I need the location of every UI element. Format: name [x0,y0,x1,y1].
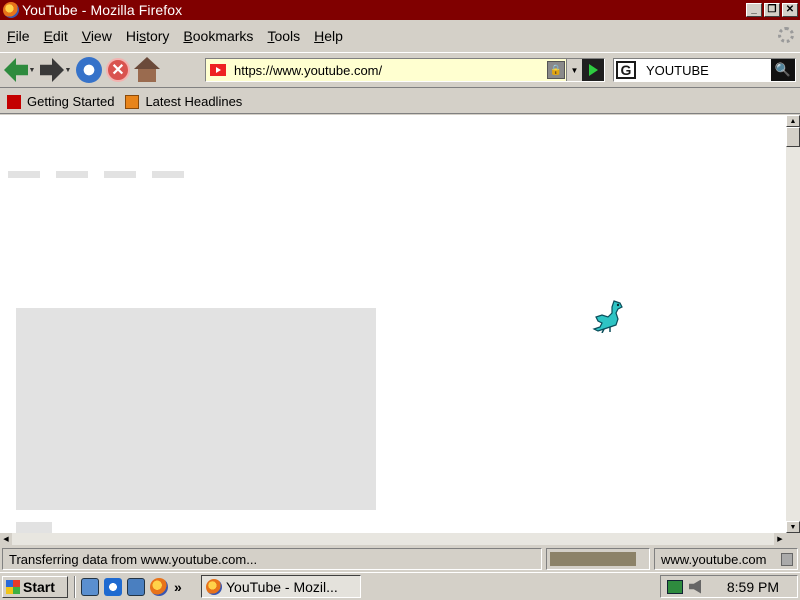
reload-icon [76,57,102,83]
search-icon[interactable]: 🔍 [771,59,795,81]
status-domain[interactable]: www.youtube.com [654,548,798,570]
start-button[interactable]: Start [2,575,68,598]
quicklaunch-separator [74,575,76,598]
bookmark-label: Latest Headlines [145,94,243,109]
bookmark-getting-started[interactable]: Getting Started [7,94,114,109]
status-text: Transferring data from www.youtube.com..… [2,548,542,570]
taskbar-window-label: YouTube - Mozil... [226,578,338,595]
menu-bar: File Edit View History Bookmarks Tools H… [0,22,800,50]
close-button[interactable]: ✕ [782,3,798,17]
skeleton-tab [104,171,136,178]
stop-icon: ✕ [106,58,130,82]
horizontal-scrollbar[interactable]: ◀ ▶ [0,533,786,545]
minimize-button[interactable]: _ [746,3,762,17]
scroll-left-button[interactable]: ◀ [0,533,12,545]
skeleton-caption [16,522,52,533]
firefox-bookmark-icon [7,94,21,109]
url-history-dropdown[interactable]: ▼ [566,59,582,81]
quicklaunch-chevron-icon[interactable]: » [174,579,182,595]
rss-icon [125,94,140,109]
windows-taskbar: Start » YouTube - Mozil... 8:59 PM [0,572,800,600]
firefox-icon [3,2,19,18]
menu-view[interactable]: View [75,28,119,44]
bookmark-latest-headlines[interactable]: Latest Headlines [125,94,242,109]
window-title: YouTube - Mozilla Firefox [22,2,183,18]
bookmark-label: Getting Started [27,94,115,109]
search-engine-icon[interactable]: G [616,61,636,79]
network-icon[interactable] [667,579,683,594]
skeleton-tab [152,171,184,178]
search-input[interactable]: YOUTUBE [636,63,771,78]
home-button[interactable] [134,56,160,84]
windows-logo-icon [6,579,20,594]
status-domain-text: www.youtube.com [661,551,767,567]
youtube-favicon-icon [210,64,226,76]
security-lock-icon[interactable] [781,553,793,566]
forward-arrow-icon [40,58,64,82]
firefox-icon [206,578,222,595]
throbber-icon [778,27,794,43]
menu-bookmarks[interactable]: Bookmarks [176,28,260,44]
skeleton-video-thumbnail [16,308,376,510]
taskbar-firefox-window[interactable]: YouTube - Mozil... [201,575,361,598]
loading-progress-bar [546,548,650,570]
url-input[interactable]: https://www.youtube.com/ [230,63,547,78]
internet-explorer-icon[interactable] [104,577,122,596]
bookmarks-toolbar: Getting Started Latest Headlines [0,90,800,114]
dinosaur-icon [592,300,623,333]
window-titlebar[interactable]: YouTube - Mozilla Firefox _ ❐ ✕ [0,0,800,20]
outlook-express-icon[interactable] [127,577,145,596]
back-button[interactable] [4,56,28,84]
menu-tools[interactable]: Tools [260,28,307,44]
vertical-scrollbar[interactable]: ▲ ▼ [786,115,800,533]
reload-button[interactable] [76,56,102,84]
page-content[interactable] [0,115,786,533]
back-history-dropdown[interactable]: ▼ [28,56,36,84]
maximize-button[interactable]: ❐ [764,3,780,17]
system-clock[interactable]: 8:59 PM [727,579,779,595]
menu-help[interactable]: Help [307,28,350,44]
home-icon [134,57,160,83]
scroll-right-button[interactable]: ▶ [774,533,786,545]
status-bar: Transferring data from www.youtube.com..… [0,547,800,571]
progress-fill [550,552,637,566]
url-bar[interactable]: https://www.youtube.com/ 🔒 ▼ [205,58,605,82]
scroll-down-button[interactable]: ▼ [786,521,800,533]
start-label: Start [23,578,55,595]
go-button[interactable] [582,59,604,81]
skeleton-tab [56,171,88,178]
system-tray: 8:59 PM [660,575,798,598]
site-lock-icon[interactable]: 🔒 [547,61,565,79]
menu-file[interactable]: File [0,28,37,44]
scroll-thumb[interactable] [786,127,800,147]
forward-button[interactable] [40,56,64,84]
firefox-quicklaunch-icon[interactable] [150,577,168,596]
forward-history-dropdown[interactable]: ▼ [64,56,72,84]
volume-icon[interactable] [689,579,701,594]
skeleton-tab [8,171,40,178]
menu-history[interactable]: History [119,28,177,44]
show-desktop-icon[interactable] [81,577,99,596]
scroll-up-button[interactable]: ▲ [786,115,800,127]
back-arrow-icon [4,58,28,82]
menu-edit[interactable]: Edit [37,28,75,44]
navigation-toolbar: ▼ ▼ ✕ https://www.youtube.com/ 🔒 ▼ G YOU… [0,52,800,88]
search-bar[interactable]: G YOUTUBE 🔍 [613,58,796,82]
stop-button[interactable]: ✕ [106,56,130,84]
